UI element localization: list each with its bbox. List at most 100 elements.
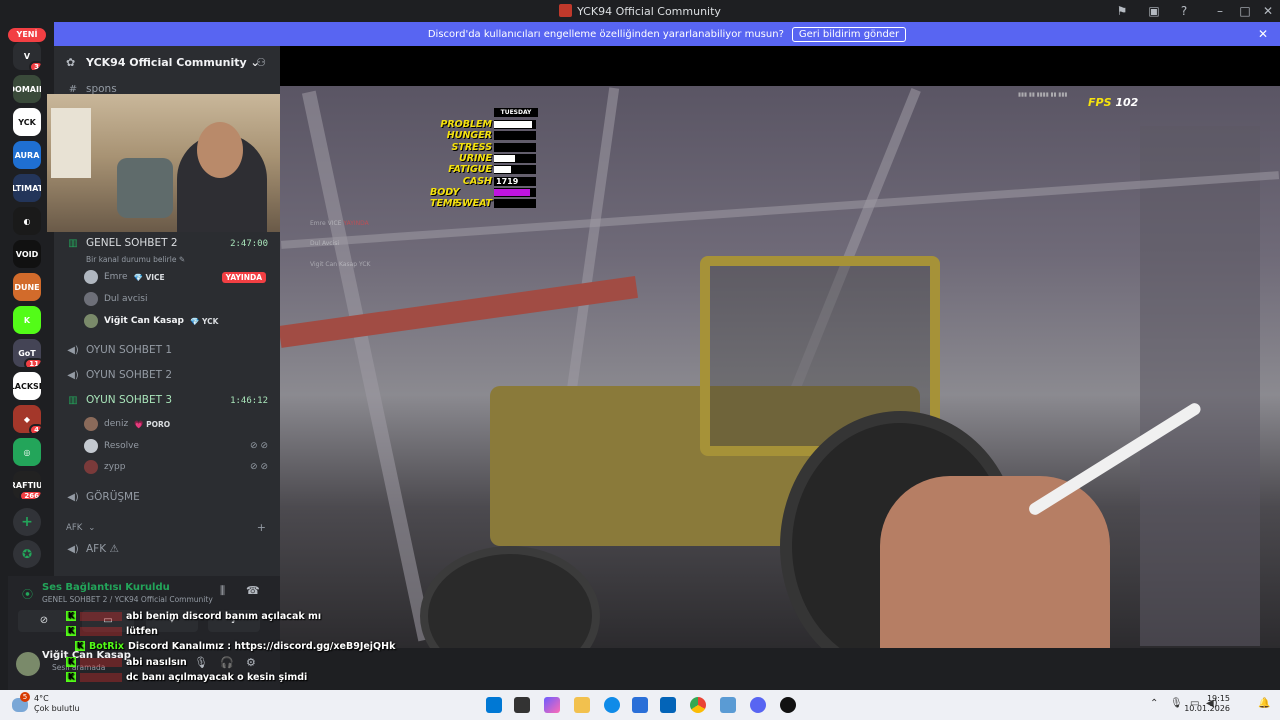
server-badge: 266	[19, 490, 41, 499]
feedback-button[interactable]: Geri bildirim gönder	[791, 26, 907, 42]
overlay-live: YAYINDA	[343, 220, 369, 227]
server-icon[interactable]: BLACKSEA	[13, 372, 41, 400]
headphones-icon[interactable]: 🎧	[220, 656, 234, 669]
voice-user-deniz[interactable]: deniz 💗 PORO	[84, 415, 170, 433]
category-afk[interactable]: AFK ⌄	[66, 519, 95, 537]
inbox-flag-icon[interactable]: ⚑	[1114, 3, 1130, 19]
file-explorer-icon[interactable]	[574, 697, 590, 713]
channel-oyun-sohbet-3[interactable]: ▥ OYUN SOHBET 3	[66, 391, 172, 409]
avatar[interactable]	[16, 652, 40, 676]
task-view-icon[interactable]	[514, 697, 530, 713]
hud-fill	[494, 166, 511, 174]
invite-people-icon[interactable]: ⚇	[256, 56, 266, 69]
avatar	[84, 460, 98, 474]
chrome-icon[interactable]	[690, 697, 706, 713]
camera-button[interactable]: ⊘	[18, 610, 70, 632]
notification-bell-icon[interactable]: 🔔	[1258, 698, 1270, 709]
hud-row: STRESS	[430, 142, 538, 153]
minimize-icon[interactable]: –	[1212, 3, 1228, 19]
voice-user-emre[interactable]: Emre 💎 VICE	[84, 268, 165, 286]
hud-label: URINE	[458, 152, 492, 164]
kick-icon: K	[66, 626, 76, 636]
server-badge: 3	[29, 61, 41, 70]
edge-icon[interactable]	[604, 697, 620, 713]
weather-widget[interactable]: 4°C Çok bulutlu	[34, 694, 80, 714]
inbox-icon[interactable]: ▣	[1146, 3, 1162, 19]
server-icon[interactable]: ◎	[13, 438, 41, 466]
copilot-icon[interactable]	[544, 697, 560, 713]
outlook-icon[interactable]	[660, 697, 676, 713]
hud-fill	[494, 121, 532, 128]
channel-afk[interactable]: ◀) AFK ⚠	[66, 540, 119, 558]
voice-user-zypp[interactable]: zypp	[84, 458, 125, 476]
voice-user-resolve[interactable]: Resolve	[84, 437, 139, 455]
chat-text: abi nasılsın	[126, 656, 187, 668]
voice-user-vigit[interactable]: Viğit Can Kasap 💎 YCK	[84, 312, 218, 330]
help-icon[interactable]: ?	[1176, 3, 1192, 19]
fps-value: 102	[1115, 96, 1139, 109]
channel-label: OYUN SOHBET 1	[86, 344, 173, 356]
server-icon[interactable]: ◆ 4	[13, 405, 41, 433]
obs-icon[interactable]	[780, 697, 796, 713]
close-notice-icon[interactable]: ✕	[1258, 27, 1268, 41]
server-boost-icon: ✿	[66, 56, 76, 69]
network-app-icon[interactable]	[720, 697, 736, 713]
server-label: K	[23, 315, 31, 325]
window-title: YCK94 Official Community	[0, 4, 1280, 18]
microphone-icon[interactable]: 🎙	[194, 656, 208, 669]
avatar	[84, 292, 98, 306]
server-icon[interactable]: VOID	[13, 240, 41, 268]
add-server-icon[interactable]: +	[13, 508, 41, 536]
windows-start-icon[interactable]	[486, 697, 502, 713]
server-icon[interactable]: ◐	[13, 207, 41, 235]
channel-oyun-sohbet-1[interactable]: ◀) OYUN SOHBET 1	[66, 341, 172, 359]
title-bar: YCK94 Official Community ⚑ ▣ ? – □ ✕	[0, 0, 1280, 22]
server-icon[interactable]: DUNE	[13, 273, 41, 301]
discord-icon[interactable]	[750, 697, 766, 713]
user-name: zypp	[104, 462, 126, 472]
channel-gorusme[interactable]: ◀) GÖRÜŞME	[66, 488, 140, 506]
server-icon[interactable]: YCK	[13, 108, 41, 136]
channel-label: GENEL SOHBET 2	[86, 237, 178, 249]
user-name: Emre	[104, 272, 128, 282]
channel-timer: 2:47:00	[230, 239, 268, 249]
server-icon[interactable]: GoT 11	[13, 339, 41, 367]
chat-text: lütfen	[126, 625, 158, 637]
channel-oyun-sohbet-2[interactable]: ◀) OYUN SOHBET 2	[66, 366, 172, 384]
hud-row: BODY TEMP	[430, 187, 538, 209]
store-icon[interactable]	[632, 697, 648, 713]
disconnect-icon[interactable]: ☎	[246, 584, 260, 597]
maximize-icon[interactable]: □	[1237, 3, 1253, 19]
voice-active-icon: ▥	[68, 394, 78, 406]
discover-icon[interactable]: ✪	[13, 540, 41, 568]
add-channel-icon[interactable]: +	[257, 521, 266, 534]
avatar	[84, 417, 98, 431]
server-label: YCK	[18, 117, 36, 127]
channel-status[interactable]: Bir kanal durumu belirle ✎	[86, 250, 185, 268]
hud-bar	[494, 187, 536, 197]
voice-user-dul-avcisi[interactable]: Dul avcisi	[84, 290, 147, 308]
voice-channel-path[interactable]: GENEL SOHBET 2 / YCK94 Official Communit…	[42, 595, 213, 604]
tractor-front-wheel	[420, 546, 600, 648]
hud-label: STRESS	[451, 141, 492, 153]
tray-chevron-icon[interactable]: ⌃	[1150, 698, 1158, 709]
server-icon[interactable]: ULTIMATE	[13, 174, 41, 202]
server-icon[interactable]: V3	[13, 42, 41, 70]
server-icon[interactable]: AURA	[13, 141, 41, 169]
kick-icon: K	[75, 641, 85, 651]
voice-active-icon: ▥	[68, 237, 78, 249]
hud-label: SWEAT	[455, 198, 492, 210]
voice-status[interactable]: Ses Bağlantısı Kuruldu	[42, 582, 170, 593]
system-clock[interactable]: 19:15 10.01.2026	[1184, 694, 1230, 714]
server-icon[interactable]: DOMAIN	[13, 75, 41, 103]
hud-label: FATIGUE	[448, 164, 492, 176]
tray-mic-icon[interactable]: 🎙	[1170, 698, 1183, 709]
user-name: deniz	[104, 419, 129, 429]
noise-suppression-icon[interactable]: ⫼	[220, 584, 225, 598]
settings-gear-icon[interactable]: ⚙	[246, 656, 256, 669]
server-name-header[interactable]: ✿ YCK94 Official Community ⌄ ⚇	[54, 46, 280, 80]
server-icon[interactable]: KRAFTIUM266	[13, 471, 41, 499]
close-window-icon[interactable]: ✕	[1260, 3, 1276, 19]
server-icon[interactable]: K	[13, 306, 41, 334]
chat-text: dc banı açılmayacak o kesin şimdi	[126, 671, 308, 683]
